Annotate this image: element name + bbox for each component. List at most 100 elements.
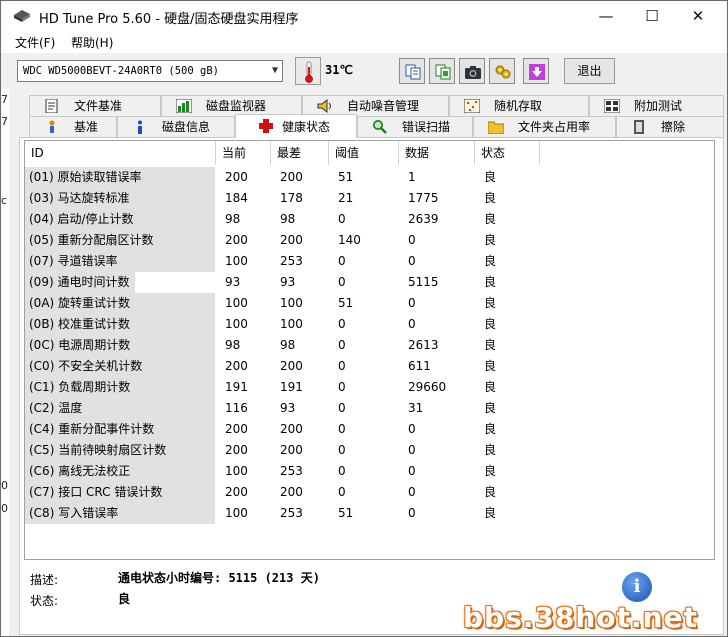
copy-text-button[interactable] [399, 58, 425, 84]
table-row[interactable]: (C4) 重新分配事件计数 200 200 0 0 良 [25, 419, 715, 440]
table-row[interactable]: (C8) 写入错误率 100 253 51 0 良 [25, 503, 715, 524]
thermometer-icon [295, 57, 321, 85]
attribute-name: (0A) 旋转重试计数 [25, 293, 215, 314]
status-value: 良 [484, 296, 497, 310]
column-header-id[interactable]: ID [25, 141, 216, 165]
exit-button[interactable]: 退出 [564, 58, 615, 84]
table-row[interactable]: (03) 马达旋转标准 184 178 21 1775 良 [25, 188, 715, 209]
description-value: 通电状态小时编号: 5115 (213 天) [118, 571, 320, 585]
status-value: 良 [484, 464, 497, 478]
status-value: 良 [484, 485, 497, 499]
attribute-name: (09) 通电时间计数 [25, 272, 135, 293]
window-title: HD Tune Pro 5.60 - 硬盘/固态硬盘实用程序 [39, 12, 299, 27]
attribute-name: (C0) 不安全关机计数 [25, 356, 215, 377]
copy-screenshot-button[interactable] [429, 58, 455, 84]
attribute-name: (C5) 当前待映射扇区计数 [25, 440, 215, 461]
screenshot-button[interactable] [459, 58, 485, 84]
menu-help[interactable]: 帮助(H) [71, 34, 113, 51]
worst-value: 200 [280, 170, 303, 184]
tab-folder-usage[interactable]: 文件夹占用率 [473, 116, 616, 138]
table-row[interactable]: (0B) 校准重试计数 100 100 0 0 良 [25, 314, 715, 335]
close-button[interactable]: ✕ [675, 1, 721, 32]
threshold-value: 0 [338, 359, 346, 373]
threshold-value: 0 [338, 443, 346, 457]
table-row[interactable]: (07) 寻道错误率 100 253 0 0 良 [25, 251, 715, 272]
worst-value: 98 [280, 212, 296, 226]
tab-health[interactable]: 健康状态 [235, 114, 357, 138]
copy-text-icon [405, 64, 421, 80]
ghost-char: 7 [1, 115, 8, 128]
worst-value: 93 [280, 275, 296, 289]
threshold-value: 0 [338, 401, 346, 415]
status-value: 良 [484, 191, 497, 205]
tab-extra-tests[interactable]: 附加测试 [589, 95, 724, 117]
table-row[interactable]: (01) 原始读取错误率 200 200 51 1 良 [25, 167, 715, 188]
threshold-value: 0 [338, 380, 346, 394]
extra-tests-icon [604, 99, 620, 113]
threshold-value: 0 [338, 464, 346, 478]
table-row[interactable]: (C1) 负载周期计数 191 191 0 29660 良 [25, 377, 715, 398]
info-button[interactable]: i [622, 572, 652, 602]
column-header-worst[interactable]: 最差 [271, 141, 329, 165]
table-row[interactable]: (C5) 当前待映射扇区计数 200 200 0 0 良 [25, 440, 715, 461]
table-row[interactable]: (09) 通电时间计数 93 93 0 5115 良 [25, 272, 715, 293]
tab-error-scan[interactable]: 错误扫描 [357, 116, 473, 138]
worst-value: 253 [280, 254, 303, 268]
threshold-value: 51 [338, 506, 354, 520]
save-button[interactable] [523, 58, 549, 84]
raw-data-value: 0 [408, 254, 416, 268]
ghost-char: 7 [1, 93, 8, 106]
drive-select[interactable]: WDC WD5000BEVT-24A0RT0 (500 gB) ▼ [17, 60, 283, 82]
attribute-name: (04) 启动/停止计数 [25, 209, 215, 230]
tab-benchmark[interactable]: 基准 [29, 116, 117, 138]
threshold-value: 51 [338, 170, 354, 184]
worst-value: 253 [280, 506, 303, 520]
status-value: 良 [484, 170, 497, 184]
raw-data-value: 0 [408, 506, 416, 520]
column-header-status[interactable]: 状态 [475, 141, 540, 165]
table-row[interactable]: (0C) 电源周期计数 98 98 0 2613 良 [25, 335, 715, 356]
minimize-button[interactable]: — [583, 1, 629, 32]
menu-file[interactable]: 文件(F) [15, 34, 55, 51]
table-row[interactable]: (C0) 不安全关机计数 200 200 0 611 良 [25, 356, 715, 377]
threshold-value: 0 [338, 254, 346, 268]
table-row[interactable]: (C6) 离线无法校正 100 253 0 0 良 [25, 461, 715, 482]
tab-erase[interactable]: 擦除 [616, 116, 724, 138]
threshold-value: 0 [338, 338, 346, 352]
temperature-readout: 31℃ [325, 63, 353, 77]
raw-data-value: 5115 [408, 275, 439, 289]
current-value: 100 [225, 317, 248, 331]
current-value: 200 [225, 233, 248, 247]
current-value: 93 [225, 275, 241, 289]
worst-value: 200 [280, 422, 303, 436]
threshold-value: 0 [338, 485, 346, 499]
options-button[interactable] [489, 58, 515, 84]
title-bar[interactable]: HD Tune Pro 5.60 - 硬盘/固态硬盘实用程序 — ☐ ✕ [1, 1, 727, 32]
column-header-data[interactable]: 数据 [399, 141, 475, 165]
worst-value: 93 [280, 401, 296, 415]
attribute-name: (0C) 电源周期计数 [25, 335, 215, 356]
raw-data-value: 1 [408, 170, 416, 184]
raw-data-value: 0 [408, 443, 416, 457]
status-value: 良 [484, 422, 497, 436]
table-row[interactable]: (05) 重新分配扇区计数 200 200 140 0 良 [25, 230, 715, 251]
tab-random-access[interactable]: 随机存取 [449, 95, 589, 117]
table-row[interactable]: (C7) 接口 CRC 错误计数 200 200 0 0 良 [25, 482, 715, 503]
threshold-value: 0 [338, 212, 346, 226]
disk-monitor-icon [176, 99, 192, 113]
maximize-button[interactable]: ☐ [629, 1, 675, 32]
column-header-current[interactable]: 当前 [216, 141, 271, 165]
column-header-threshold[interactable]: 阈值 [329, 141, 399, 165]
attribute-name: (C1) 负载周期计数 [25, 377, 215, 398]
table-row[interactable]: (C2) 温度 116 93 0 31 良 [25, 398, 715, 419]
status-value: 良 [484, 443, 497, 457]
tab-disk-info[interactable]: 磁盘信息 [117, 116, 235, 138]
attribute-name: (01) 原始读取错误率 [25, 167, 215, 188]
tab-file-benchmark[interactable]: 文件基准 [29, 95, 161, 117]
table-row[interactable]: (0A) 旋转重试计数 100 100 51 0 良 [25, 293, 715, 314]
raw-data-value: 1775 [408, 191, 439, 205]
attribute-name: (0B) 校准重试计数 [25, 314, 215, 335]
menu-bar: 文件(F) 帮助(H) [1, 32, 727, 53]
table-row[interactable]: (04) 启动/停止计数 98 98 0 2639 良 [25, 209, 715, 230]
worst-value: 200 [280, 359, 303, 373]
